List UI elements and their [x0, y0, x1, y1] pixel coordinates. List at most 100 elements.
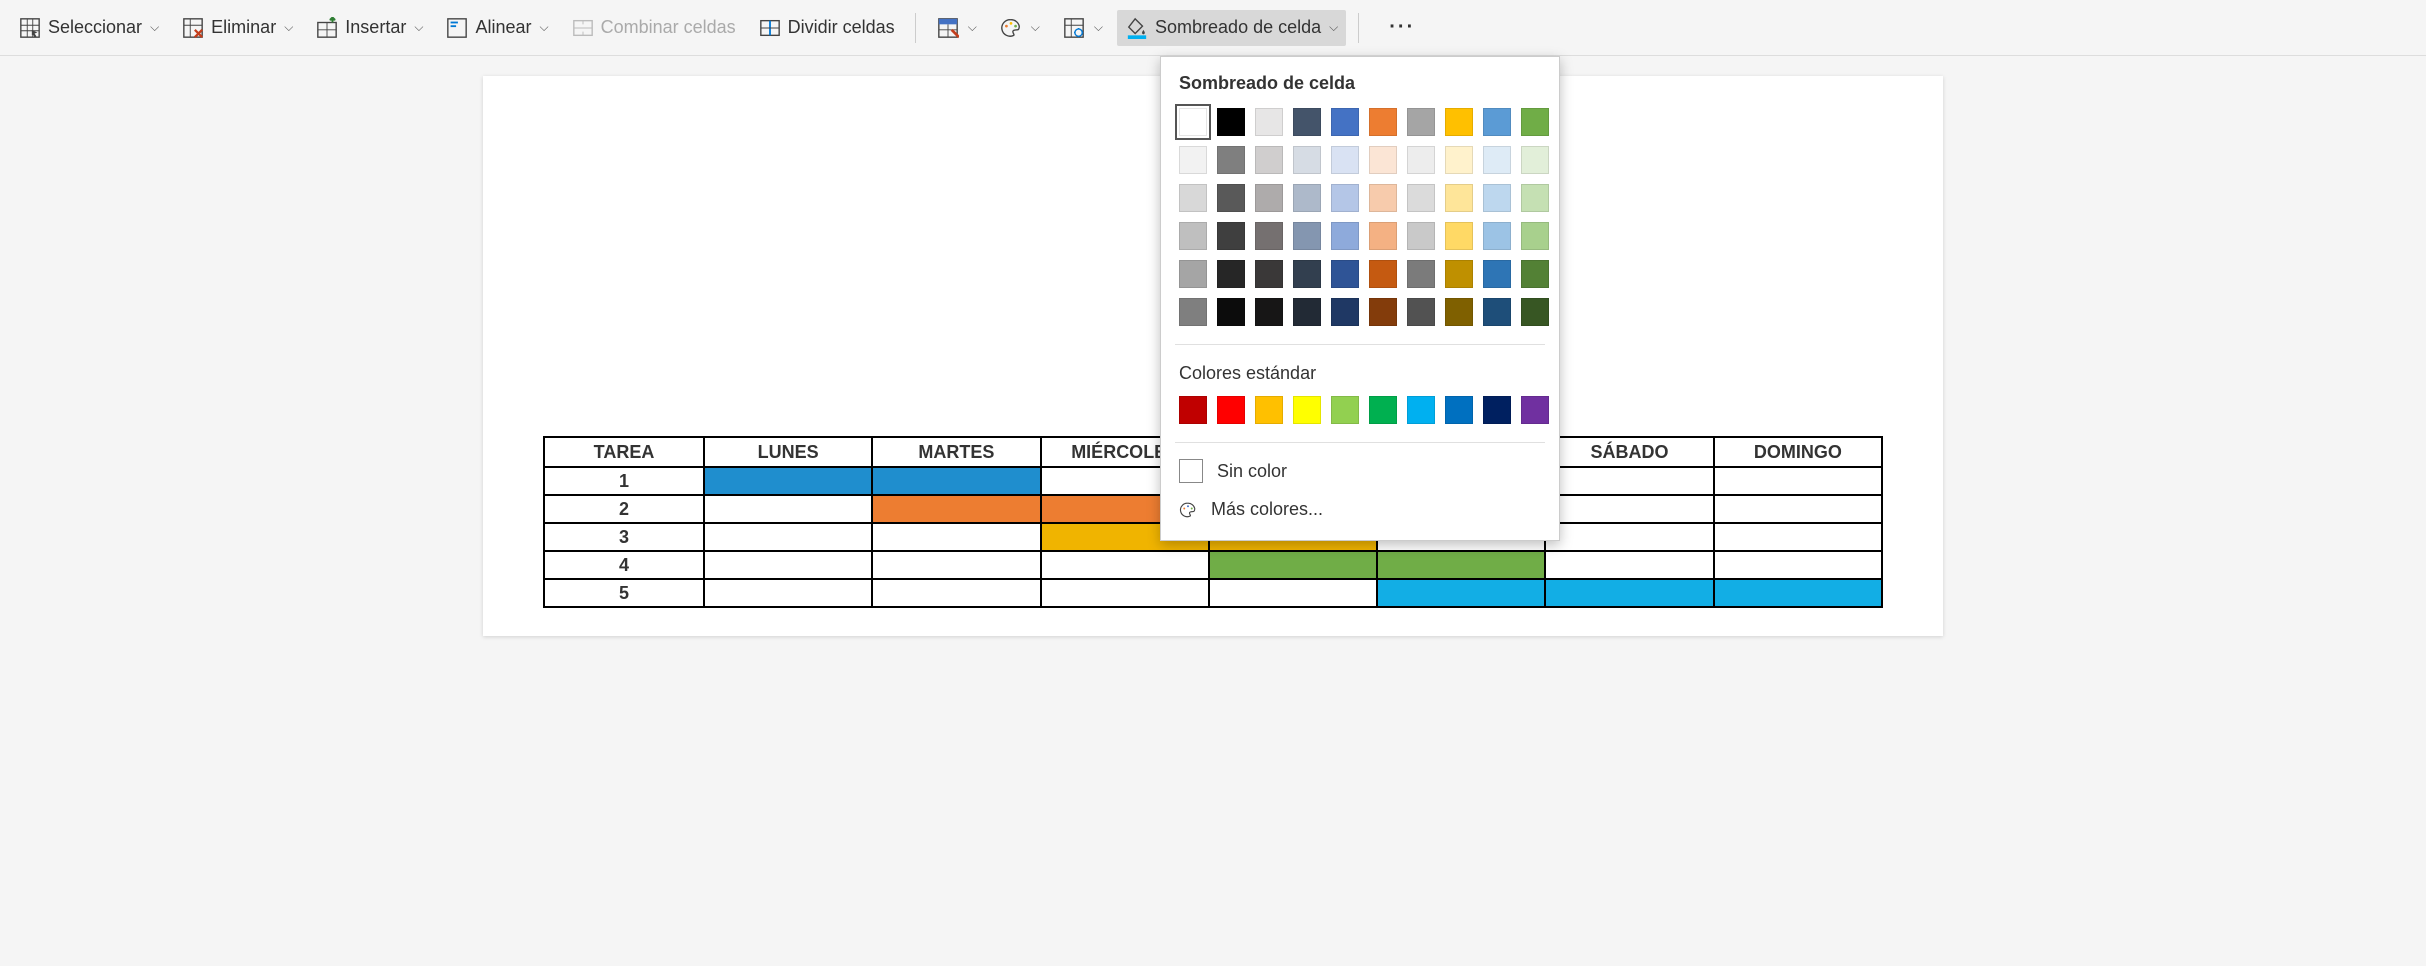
- color-swatch[interactable]: [1217, 108, 1245, 136]
- color-swatch[interactable]: [1445, 222, 1473, 250]
- data-cell[interactable]: [872, 495, 1040, 523]
- data-cell[interactable]: [1377, 551, 1545, 579]
- color-swatch[interactable]: [1179, 146, 1207, 174]
- color-swatch[interactable]: [1293, 260, 1321, 288]
- color-swatch[interactable]: [1369, 184, 1397, 212]
- color-swatch[interactable]: [1255, 108, 1283, 136]
- color-swatch[interactable]: [1293, 108, 1321, 136]
- color-swatch[interactable]: [1179, 184, 1207, 212]
- color-swatch[interactable]: [1331, 222, 1359, 250]
- column-header[interactable]: TAREA: [544, 437, 704, 467]
- data-cell[interactable]: [1041, 551, 1209, 579]
- column-header[interactable]: LUNES: [704, 437, 872, 467]
- color-swatch[interactable]: [1521, 222, 1549, 250]
- color-swatch[interactable]: [1217, 298, 1245, 326]
- color-swatch[interactable]: [1445, 184, 1473, 212]
- color-swatch[interactable]: [1179, 298, 1207, 326]
- row-label-cell[interactable]: 2: [544, 495, 704, 523]
- color-swatch[interactable]: [1255, 298, 1283, 326]
- data-cell[interactable]: [704, 523, 872, 551]
- column-header[interactable]: DOMINGO: [1714, 437, 1882, 467]
- more-options-button[interactable]: ···: [1371, 10, 1433, 46]
- select-button[interactable]: Seleccionar ⌵: [10, 10, 167, 46]
- color-swatch[interactable]: [1445, 298, 1473, 326]
- color-swatch[interactable]: [1521, 146, 1549, 174]
- column-header[interactable]: MARTES: [872, 437, 1040, 467]
- data-cell[interactable]: [872, 551, 1040, 579]
- data-cell[interactable]: [872, 523, 1040, 551]
- data-cell[interactable]: [1714, 495, 1882, 523]
- color-swatch[interactable]: [1217, 396, 1245, 424]
- data-cell[interactable]: [1545, 551, 1713, 579]
- data-cell[interactable]: [872, 579, 1040, 607]
- data-cell[interactable]: [704, 551, 872, 579]
- color-swatch[interactable]: [1521, 108, 1549, 136]
- color-swatch[interactable]: [1331, 260, 1359, 288]
- color-swatch[interactable]: [1483, 396, 1511, 424]
- table-styles-button[interactable]: ⌵: [928, 10, 985, 46]
- data-cell[interactable]: [1714, 467, 1882, 495]
- data-cell[interactable]: [1041, 579, 1209, 607]
- color-swatch[interactable]: [1331, 298, 1359, 326]
- color-swatch[interactable]: [1179, 260, 1207, 288]
- color-swatch[interactable]: [1445, 396, 1473, 424]
- color-swatch[interactable]: [1179, 396, 1207, 424]
- color-swatch[interactable]: [1483, 298, 1511, 326]
- color-swatch[interactable]: [1521, 298, 1549, 326]
- no-color-option[interactable]: Sin color: [1161, 451, 1559, 491]
- color-swatch[interactable]: [1255, 222, 1283, 250]
- row-label-cell[interactable]: 5: [544, 579, 704, 607]
- color-swatch[interactable]: [1255, 184, 1283, 212]
- color-swatch[interactable]: [1293, 222, 1321, 250]
- data-cell[interactable]: [704, 579, 872, 607]
- table-options-button[interactable]: ⌵: [1054, 10, 1111, 46]
- data-cell[interactable]: [1209, 579, 1377, 607]
- color-swatch[interactable]: [1293, 396, 1321, 424]
- align-button[interactable]: Alinear ⌵: [437, 10, 556, 46]
- color-swatch[interactable]: [1369, 298, 1397, 326]
- table-row[interactable]: 5: [544, 579, 1882, 607]
- data-cell[interactable]: [704, 467, 872, 495]
- color-swatch[interactable]: [1331, 108, 1359, 136]
- color-swatch[interactable]: [1407, 298, 1435, 326]
- color-swatch[interactable]: [1407, 222, 1435, 250]
- color-swatch[interactable]: [1331, 184, 1359, 212]
- color-swatch[interactable]: [1369, 108, 1397, 136]
- color-swatch[interactable]: [1445, 146, 1473, 174]
- color-swatch[interactable]: [1179, 108, 1207, 136]
- color-swatch[interactable]: [1407, 108, 1435, 136]
- table-row[interactable]: 4: [544, 551, 1882, 579]
- color-swatch[interactable]: [1483, 222, 1511, 250]
- border-color-button[interactable]: ⌵: [991, 10, 1048, 46]
- more-colors-option[interactable]: Más colores...: [1161, 491, 1559, 528]
- data-cell[interactable]: [1545, 579, 1713, 607]
- color-swatch[interactable]: [1369, 222, 1397, 250]
- column-header[interactable]: SÁBADO: [1545, 437, 1713, 467]
- color-swatch[interactable]: [1293, 146, 1321, 174]
- color-swatch[interactable]: [1217, 146, 1245, 174]
- color-swatch[interactable]: [1255, 146, 1283, 174]
- cell-shading-button[interactable]: Sombreado de celda ⌵: [1117, 10, 1346, 46]
- color-swatch[interactable]: [1407, 184, 1435, 212]
- color-swatch[interactable]: [1331, 396, 1359, 424]
- data-cell[interactable]: [1714, 551, 1882, 579]
- delete-button[interactable]: Eliminar ⌵: [173, 10, 301, 46]
- color-swatch[interactable]: [1179, 222, 1207, 250]
- data-cell[interactable]: [1714, 579, 1882, 607]
- data-cell[interactable]: [1209, 551, 1377, 579]
- row-label-cell[interactable]: 1: [544, 467, 704, 495]
- color-swatch[interactable]: [1293, 184, 1321, 212]
- row-label-cell[interactable]: 4: [544, 551, 704, 579]
- color-swatch[interactable]: [1407, 396, 1435, 424]
- color-swatch[interactable]: [1445, 108, 1473, 136]
- color-swatch[interactable]: [1483, 260, 1511, 288]
- color-swatch[interactable]: [1445, 260, 1473, 288]
- color-swatch[interactable]: [1369, 396, 1397, 424]
- data-cell[interactable]: [704, 495, 872, 523]
- split-cells-button[interactable]: Dividir celdas: [750, 10, 903, 46]
- color-swatch[interactable]: [1293, 298, 1321, 326]
- color-swatch[interactable]: [1217, 184, 1245, 212]
- color-swatch[interactable]: [1331, 146, 1359, 174]
- color-swatch[interactable]: [1255, 396, 1283, 424]
- color-swatch[interactable]: [1217, 222, 1245, 250]
